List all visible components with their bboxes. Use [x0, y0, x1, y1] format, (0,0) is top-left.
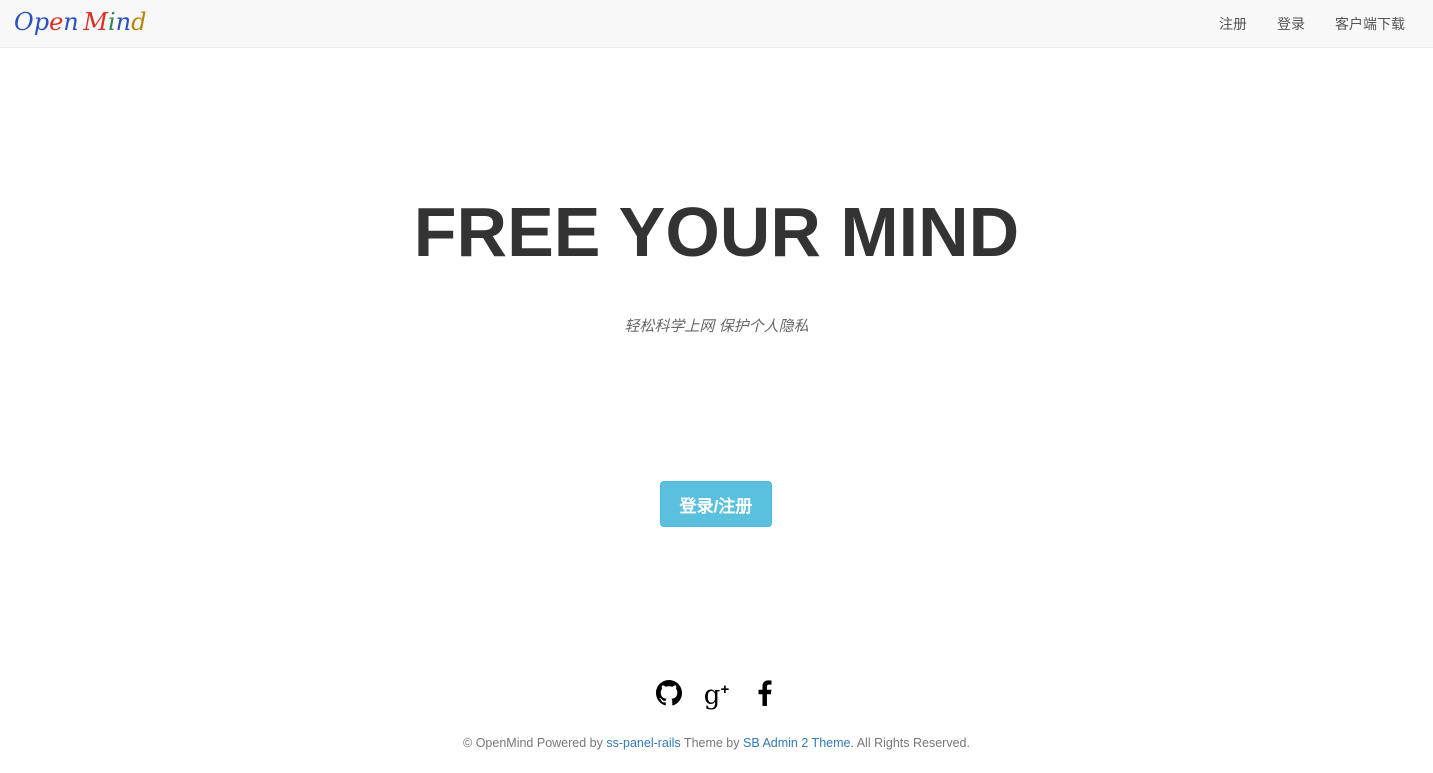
gplus-plus: + [720, 681, 730, 699]
brand-letter: M [83, 8, 108, 36]
nav-links: 注册 登录 客户端下载 [1189, 0, 1405, 48]
github-icon[interactable] [654, 678, 684, 708]
gplus-glyph: g [703, 680, 721, 711]
brand-letter: n [115, 8, 132, 36]
brand-letter: i [107, 8, 116, 36]
brand-letter: n [63, 8, 79, 36]
nav-register-link[interactable]: 注册 [1219, 14, 1247, 34]
login-register-button[interactable]: 登录/注册 [660, 481, 772, 527]
footer-suffix: All Rights Reserved. [853, 736, 970, 750]
footer-prefix: © OpenMind Powered by [463, 736, 607, 750]
facebook-icon[interactable] [750, 678, 780, 708]
nav-download-link[interactable]: 客户端下载 [1335, 14, 1405, 34]
hero-subtitle: 轻松科学上网 保护个人隐私 [624, 318, 809, 335]
footer: © OpenMind Powered by ss-panel-rails The… [0, 734, 1433, 752]
brand-letter: d [131, 8, 147, 36]
google-plus-icon[interactable]: g+ [702, 678, 732, 711]
hero-title: FREE YOUR MIND [413, 193, 1020, 271]
brand-letter: e [49, 8, 64, 36]
sb-admin-theme-link[interactable]: SB Admin 2 Theme. [743, 736, 854, 750]
brand-letter: O [14, 8, 34, 36]
brand-logo[interactable]: Open Mind [14, 4, 146, 40]
top-navbar: Open Mind 注册 登录 客户端下载 [0, 0, 1433, 48]
ss-panel-rails-link[interactable]: ss-panel-rails [606, 736, 680, 750]
nav-login-link[interactable]: 登录 [1277, 14, 1305, 34]
social-links: g+ [0, 678, 1433, 711]
brand-letter: p [33, 8, 50, 36]
footer-middle: Theme by [680, 736, 743, 750]
